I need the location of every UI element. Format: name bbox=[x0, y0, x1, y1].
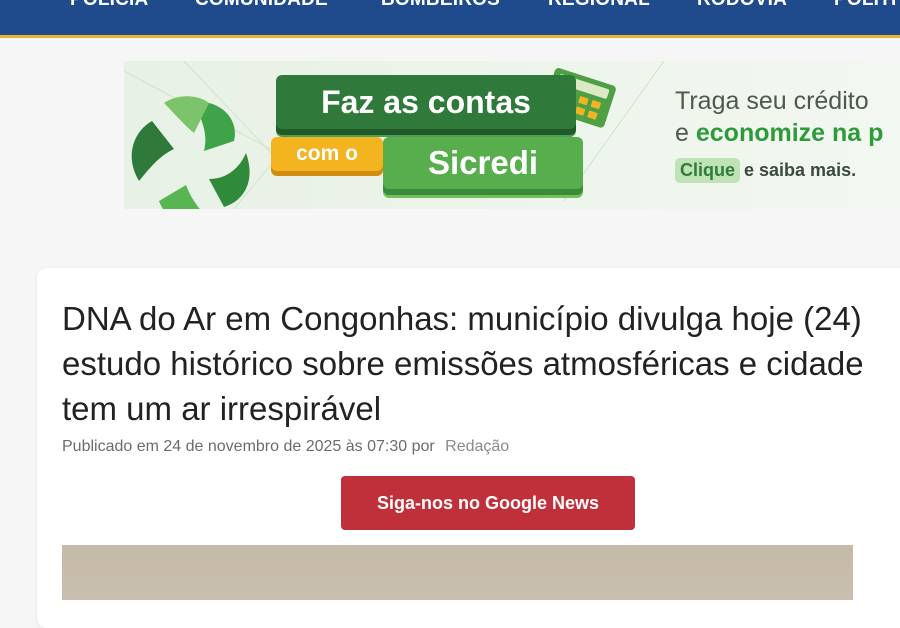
nav-item-policia[interactable]: POLÍCIA bbox=[70, 0, 148, 11]
banner-clique-pill[interactable]: Clique bbox=[675, 158, 741, 183]
banner-sign-sicredi: Sicredi bbox=[383, 137, 583, 189]
nav-item-regional[interactable]: REGIONAL bbox=[548, 0, 650, 11]
published-date: Publicado em 24 de novembro de 2025 às 0… bbox=[62, 438, 435, 455]
banner-line-2-highlight: economize na p bbox=[695, 119, 884, 147]
banner-line-2-prefix: e bbox=[675, 119, 689, 147]
author-link[interactable]: Redação bbox=[445, 438, 509, 455]
article-title: DNA do Ar em Congonhas: município divulg… bbox=[62, 300, 864, 427]
nav-item-bombeiros[interactable]: BOMBEIROS bbox=[381, 0, 500, 11]
banner-line-2: e economize na p bbox=[675, 119, 883, 148]
nav-item-comunidade[interactable]: COMUNIDADE bbox=[195, 0, 328, 11]
banner-sign-faz-as-contas: Faz as contas bbox=[276, 75, 576, 129]
banner-line-1: Traga seu crédito bbox=[675, 87, 869, 115]
banner-line-3-rest: e saiba mais. bbox=[744, 160, 857, 180]
nav-item-politica[interactable]: POLÍTI bbox=[834, 0, 896, 11]
nav-item-rodovia[interactable]: RODOVIA bbox=[697, 0, 787, 11]
article-meta: Publicado em 24 de novembro de 2025 às 0… bbox=[62, 438, 509, 456]
sicredi-logo-icon bbox=[131, 96, 250, 209]
top-navigation-bar: POLÍCIA COMUNIDADE BOMBEIROS REGIONAL RO… bbox=[0, 0, 900, 38]
sicredi-banner-ad[interactable]: Faz as contas com o Sicredi Traga seu cr… bbox=[124, 61, 900, 209]
banner-sign-com-o: com o bbox=[271, 137, 383, 171]
google-news-follow-button[interactable]: Siga-nos no Google News bbox=[341, 476, 635, 530]
banner-line-3: Clique e saiba mais. bbox=[675, 158, 856, 183]
article-hero-image bbox=[62, 545, 853, 600]
